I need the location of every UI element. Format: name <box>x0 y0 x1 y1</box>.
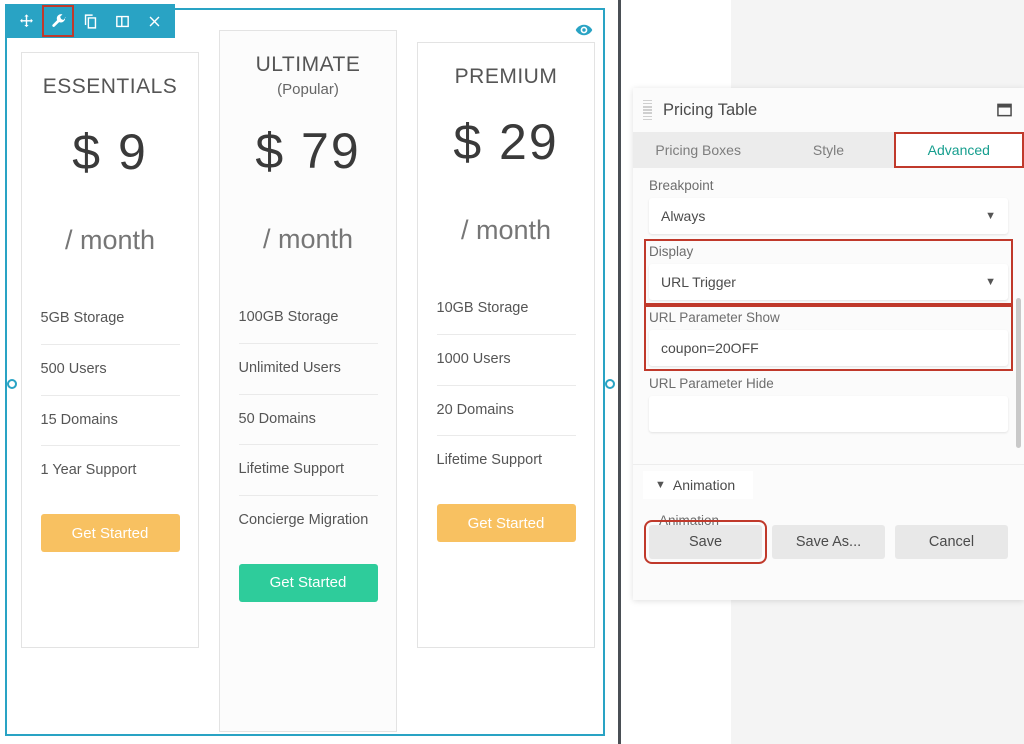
display-select[interactable]: URL Trigger ▼ <box>649 264 1008 300</box>
get-started-button[interactable]: Get Started <box>40 514 180 552</box>
feature-item: 1 Year Support <box>40 445 180 496</box>
pricing-card-period: / month <box>64 225 156 255</box>
feature-item: Unlimited Users <box>238 342 378 394</box>
feature-item: Concierge Migration <box>238 495 378 546</box>
selected-module-frame: ESSENTIALS $ 9 / month 5GB Storage 500 U… <box>5 8 615 736</box>
feature-list: 5GB Storage 500 Users 15 Domains 1 Year … <box>40 294 180 496</box>
url-parameter-show-input[interactable] <box>661 340 996 356</box>
chevron-down-icon: ▼ <box>985 210 996 222</box>
display-value: URL Trigger <box>661 274 736 290</box>
field-url-parameter-hide: URL Parameter Hide <box>649 376 1008 432</box>
dialog-body: Breakpoint Always ▼ Display URL Trigger … <box>633 168 1024 600</box>
currency-symbol: $ <box>72 124 103 180</box>
pricing-card-subtitle: (Popular) <box>277 81 339 98</box>
chevron-down-icon: ▼ <box>985 276 996 288</box>
feature-item: Lifetime Support <box>238 444 378 495</box>
save-button[interactable]: Save <box>644 520 767 564</box>
pricing-card-price: $ 79 <box>255 122 360 180</box>
tab-pricing-boxes[interactable]: Pricing Boxes <box>633 132 764 168</box>
pricing-card-ultimate[interactable]: ULTIMATE (Popular) $ 79 / month 100GB St… <box>219 30 397 732</box>
get-started-button[interactable]: Get Started <box>436 504 576 542</box>
field-breakpoint: Breakpoint Always ▼ <box>649 178 1008 234</box>
feature-item: Lifetime Support <box>436 435 576 486</box>
breakpoint-label: Breakpoint <box>649 178 714 193</box>
feature-item: 20 Domains <box>436 384 576 436</box>
pricing-card-premium[interactable]: PREMIUM $ 29 / month 10GB Storage 1000 U… <box>417 42 595 648</box>
resize-handle-right[interactable] <box>605 379 615 389</box>
currency-symbol: $ <box>255 123 286 179</box>
breakpoint-select[interactable]: Always ▼ <box>649 198 1008 234</box>
dialog-scrollbar[interactable] <box>1016 298 1021 448</box>
drag-handle-icon[interactable] <box>639 98 655 122</box>
animation-accordion-header[interactable]: ▼ Animation <box>643 471 754 499</box>
settings-dialog: Pricing Table Pricing Boxes Style Advanc… <box>633 88 1024 600</box>
url-parameter-hide-input-wrap[interactable] <box>649 396 1008 432</box>
price-amount: 29 <box>499 114 559 170</box>
feature-list: 10GB Storage 1000 Users 20 Domains Lifet… <box>436 284 576 486</box>
pricing-card-price: $ 29 <box>453 113 558 171</box>
feature-list: 100GB Storage Unlimited Users 50 Domains… <box>238 293 378 546</box>
animation-accordion: ▼ Animation Animation Save Save As... Ca… <box>633 464 1024 564</box>
pricing-card-title: ULTIMATE <box>255 53 361 76</box>
module-toolbar <box>5 4 175 38</box>
pricing-card-period: / month <box>460 215 552 245</box>
pricing-table-module: ESSENTIALS $ 9 / month 5GB Storage 500 U… <box>7 10 603 734</box>
dialog-tabs: Pricing Boxes Style Advanced <box>633 132 1024 168</box>
get-started-button[interactable]: Get Started <box>238 563 378 602</box>
field-display: Display URL Trigger ▼ <box>644 239 1013 305</box>
eye-icon[interactable] <box>573 19 595 41</box>
window-maximize-icon[interactable] <box>994 100 1014 120</box>
pricing-card-essentials[interactable]: ESSENTIALS $ 9 / month 5GB Storage 500 U… <box>21 52 199 648</box>
feature-item: 50 Domains <box>238 393 378 445</box>
save-as-button[interactable]: Save As... <box>772 525 885 559</box>
feature-item: 1000 Users <box>436 333 576 385</box>
dialog-header: Pricing Table <box>633 88 1024 132</box>
columns-icon[interactable] <box>107 6 137 36</box>
field-url-parameter-show: URL Parameter Show <box>644 305 1013 371</box>
resize-handle-left[interactable] <box>7 379 17 389</box>
chevron-down-icon: ▼ <box>655 479 666 491</box>
breakpoint-value: Always <box>661 208 706 224</box>
wrench-icon[interactable] <box>42 5 74 37</box>
feature-item: 100GB Storage <box>238 309 339 325</box>
url-parameter-hide-label: URL Parameter Hide <box>649 376 774 391</box>
tab-style[interactable]: Style <box>763 132 894 168</box>
move-icon[interactable] <box>11 6 41 36</box>
currency-symbol: $ <box>453 114 484 170</box>
cancel-button[interactable]: Cancel <box>895 525 1008 559</box>
dialog-title: Pricing Table <box>663 100 758 119</box>
feature-item: 15 Domains <box>40 394 180 446</box>
tab-advanced[interactable]: Advanced <box>893 132 1024 168</box>
animation-accordion-title: Animation <box>672 477 736 493</box>
page-editor-pane: ESSENTIALS $ 9 / month 5GB Storage 500 U… <box>0 0 620 744</box>
settings-pane: Pricing Table Pricing Boxes Style Advanc… <box>621 0 1024 744</box>
pricing-card-period: / month <box>262 224 354 254</box>
duplicate-icon[interactable] <box>75 6 105 36</box>
url-parameter-show-input-wrap[interactable] <box>649 330 1008 366</box>
feature-item: 500 Users <box>40 343 180 395</box>
dialog-footer: Save Save As... Cancel <box>633 520 1024 564</box>
display-label: Display <box>649 244 694 259</box>
screen-root: ESSENTIALS $ 9 / month 5GB Storage 500 U… <box>0 0 1024 744</box>
pricing-card-title: PREMIUM <box>454 65 558 88</box>
feature-item: 10GB Storage <box>436 300 529 316</box>
url-parameter-show-label: URL Parameter Show <box>649 310 780 325</box>
url-parameter-hide-input[interactable] <box>661 406 996 422</box>
price-amount: 9 <box>117 124 148 180</box>
pricing-card-title: ESSENTIALS <box>42 75 178 98</box>
close-icon[interactable] <box>139 6 169 36</box>
price-amount: 79 <box>301 123 361 179</box>
pricing-card-price: $ 9 <box>72 123 148 181</box>
feature-item: 5GB Storage <box>40 310 125 326</box>
